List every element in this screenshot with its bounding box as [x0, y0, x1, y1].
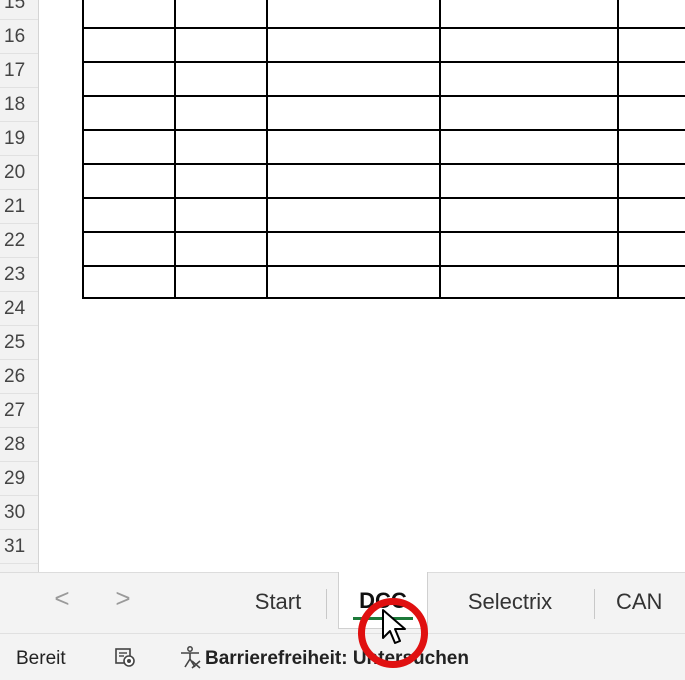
row-header-31[interactable]: 31	[0, 530, 38, 564]
table-border-h	[82, 61, 685, 63]
row-header-25[interactable]: 25	[0, 326, 38, 360]
row-header-20[interactable]: 20	[0, 156, 38, 190]
tab-separator	[594, 589, 595, 619]
accessibility-icon[interactable]	[178, 645, 202, 675]
row-header-column: 15 16 17 18 19 20 21 22 23 24 25 26 27 2…	[0, 0, 39, 572]
previous-sheet-button[interactable]: <	[47, 583, 77, 614]
tab-label: CAN	[616, 589, 663, 614]
row-header-23[interactable]: 23	[0, 258, 38, 292]
table-border-h	[82, 265, 685, 267]
row-header-21[interactable]: 21	[0, 190, 38, 224]
status-bar: Bereit Barrierefreiheit: Untersuchen	[0, 633, 685, 680]
table-border-v	[82, 0, 84, 299]
sheet-grid[interactable]	[39, 0, 685, 572]
sheet-tab-bar: < > Start DCC Selectrix CAN	[0, 572, 685, 634]
table-border-h	[82, 129, 685, 131]
table-border-h	[82, 231, 685, 233]
row-header-27[interactable]: 27	[0, 394, 38, 428]
table-border-v	[439, 0, 441, 299]
next-sheet-button[interactable]: >	[108, 583, 138, 614]
row-header-30[interactable]: 30	[0, 496, 38, 530]
row-header-16[interactable]: 16	[0, 20, 38, 54]
tab-start[interactable]: Start	[232, 573, 324, 627]
tab-can[interactable]: CAN	[606, 573, 685, 627]
row-header-19[interactable]: 19	[0, 122, 38, 156]
row-header-29[interactable]: 29	[0, 462, 38, 496]
table-border-h	[82, 27, 685, 29]
status-ready: Bereit	[16, 648, 66, 669]
row-header-18[interactable]: 18	[0, 88, 38, 122]
table-border-h	[82, 297, 685, 299]
table-border-v	[174, 0, 176, 299]
tab-separator	[326, 589, 327, 619]
row-header-22[interactable]: 22	[0, 224, 38, 258]
tab-selectrix[interactable]: Selectrix	[438, 573, 582, 627]
table-border-h	[82, 95, 685, 97]
row-header-26[interactable]: 26	[0, 360, 38, 394]
row-header-28[interactable]: 28	[0, 428, 38, 462]
mouse-pointer-icon	[381, 608, 411, 653]
row-header-24[interactable]: 24	[0, 292, 38, 326]
tab-label: Start	[254, 589, 302, 614]
table-border-v	[617, 0, 619, 299]
row-header-15[interactable]: 15	[0, 0, 38, 20]
row-header-17[interactable]: 17	[0, 54, 38, 88]
table-border-v	[266, 0, 268, 299]
accessibility-check-button[interactable]: Barrierefreiheit: Untersuchen	[205, 648, 469, 670]
tab-label: Selectrix	[467, 589, 553, 614]
macro-record-icon[interactable]	[114, 646, 136, 674]
table-border-h	[82, 197, 685, 199]
table-border-h	[82, 163, 685, 165]
